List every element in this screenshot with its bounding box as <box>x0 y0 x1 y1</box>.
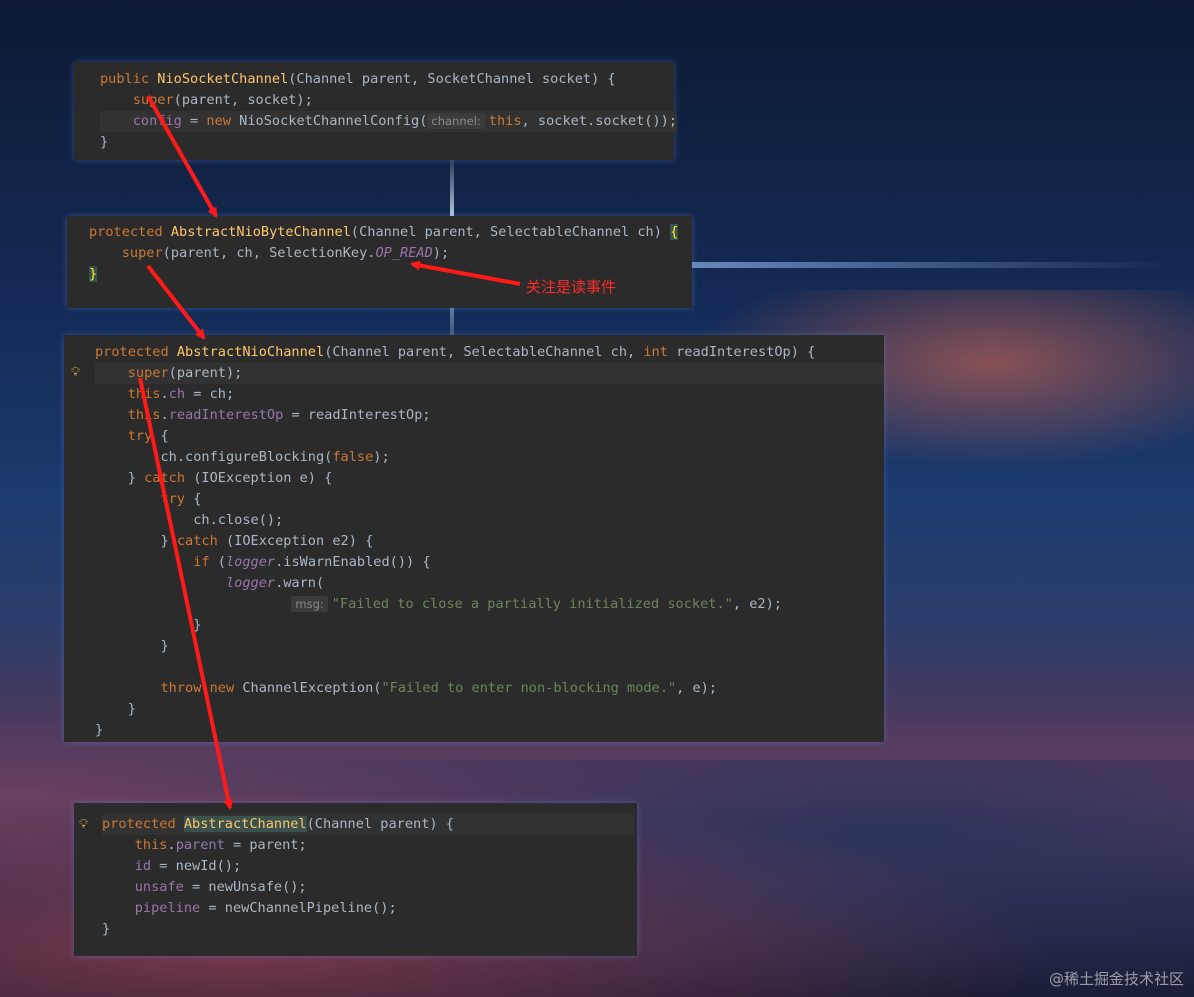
arrow-op-read-annotation <box>410 260 521 286</box>
watermark: @稀土掘金技术社区 <box>1048 970 1184 988</box>
arrow-super-to-abstract-channel <box>138 377 234 810</box>
arrow-super-to-abstract-nio-channel <box>146 264 206 340</box>
call-chain-arrows <box>138 95 521 810</box>
annotation-read-event: 关注是读事件 <box>526 278 617 296</box>
arrow-super-to-abstract-nio-byte-channel <box>146 95 218 218</box>
